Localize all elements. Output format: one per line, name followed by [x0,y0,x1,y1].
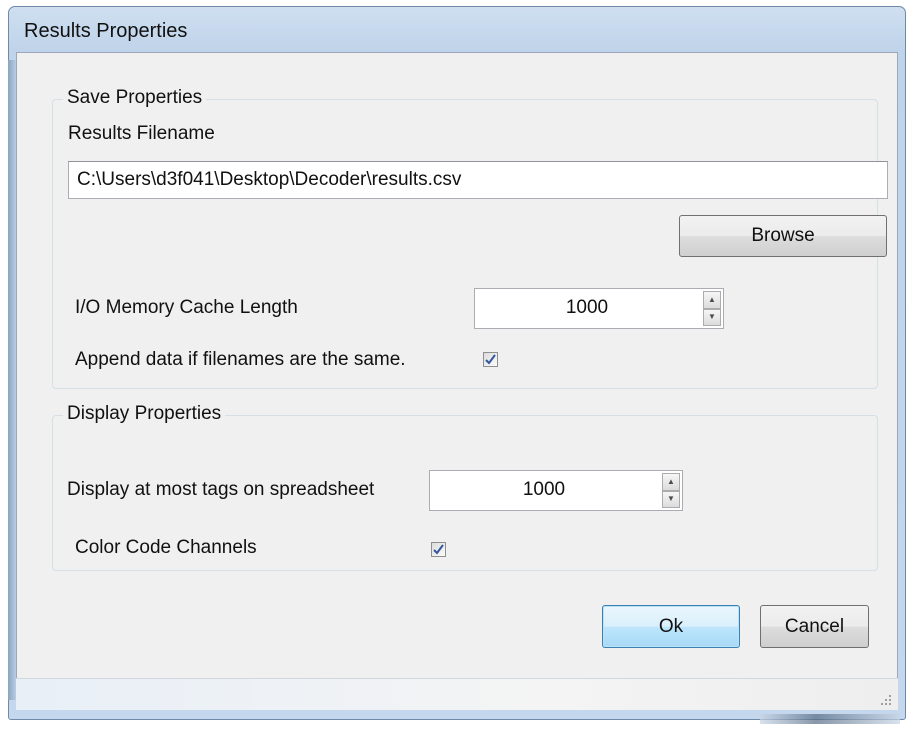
dialog-client-area: Save Properties Results Filename Browse … [16,52,898,710]
append-data-checkbox[interactable] [483,352,498,367]
resize-grip-icon[interactable] [878,692,892,706]
cache-length-value: 1000 [565,297,609,318]
browse-button[interactable]: Browse [679,215,887,257]
cache-length-spinner[interactable]: 1000 ▲ ▼ [474,288,724,329]
results-filename-label: Results Filename [68,123,215,144]
color-code-label: Color Code Channels [75,537,257,558]
checkmark-icon [485,354,496,365]
save-properties-label: Save Properties [63,87,207,109]
spin-down-arrow-icon[interactable]: ▼ [662,490,680,508]
cancel-button[interactable]: Cancel [760,605,869,648]
results-filename-input[interactable] [68,161,888,199]
spin-down-arrow-icon[interactable]: ▼ [703,308,721,326]
window-border-shade [8,60,16,700]
status-bar [16,678,898,710]
append-data-label: Append data if filenames are the same. [75,349,406,370]
spin-up-arrow-icon[interactable]: ▲ [703,291,721,309]
window-title: Results Properties [24,20,188,42]
ok-button[interactable]: Ok [602,605,740,648]
max-tags-label: Display at most tags on spreadsheet [67,479,375,500]
display-properties-label: Display Properties [63,403,226,425]
checkmark-icon [433,544,444,555]
spin-up-arrow-icon[interactable]: ▲ [662,473,680,491]
color-code-checkbox[interactable] [431,542,446,557]
max-tags-spinner[interactable]: 1000 ▲ ▼ [429,470,683,511]
cache-length-label: I/O Memory Cache Length [75,297,298,318]
taskbar-edge [760,714,900,724]
max-tags-value: 1000 [522,479,566,500]
